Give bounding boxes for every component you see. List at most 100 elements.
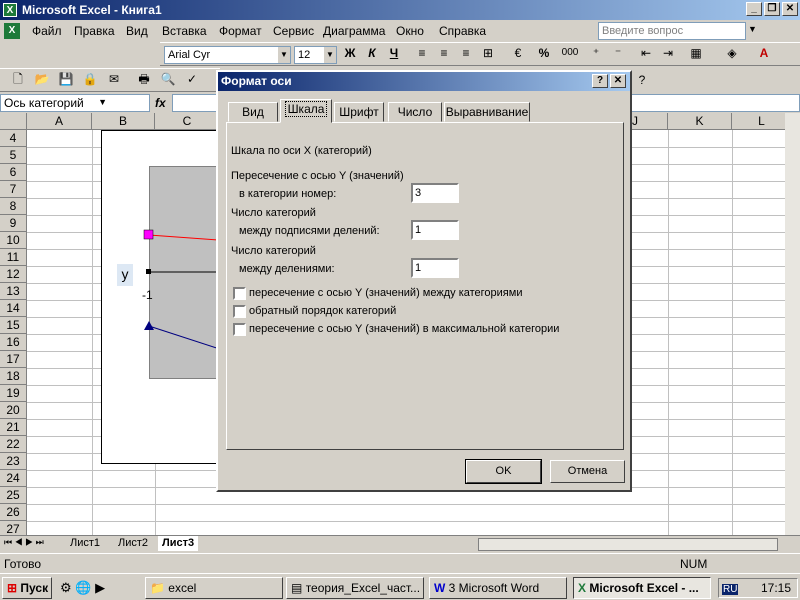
align-left-icon[interactable]: ≡: [412, 43, 432, 63]
tab-font[interactable]: Шрифт: [334, 102, 384, 122]
row-header[interactable]: 8: [0, 198, 27, 215]
menu-tools[interactable]: Сервис: [273, 24, 314, 38]
row-header[interactable]: 22: [0, 436, 27, 453]
borders-icon[interactable]: ▦: [686, 43, 706, 63]
close-button[interactable]: ✕: [782, 2, 798, 16]
print-icon[interactable]: 🖶: [134, 69, 154, 89]
column-header[interactable]: L: [732, 113, 785, 130]
max-category-checkbox[interactable]: [233, 323, 246, 336]
tab-alignment[interactable]: Выравнивание: [444, 102, 530, 122]
email-icon[interactable]: ✉: [104, 69, 124, 89]
row-header[interactable]: 25: [0, 487, 27, 504]
tab-number[interactable]: Число: [388, 102, 442, 122]
row-header[interactable]: 26: [0, 504, 27, 521]
row-header[interactable]: 11: [0, 249, 27, 266]
labels-interval-input[interactable]: 1: [411, 220, 459, 240]
sheet-tab-active[interactable]: Лист3: [158, 536, 199, 551]
sheet-tab[interactable]: Лист1: [66, 536, 104, 551]
row-header[interactable]: 18: [0, 368, 27, 385]
axis-title[interactable]: y: [117, 264, 133, 286]
percent-button[interactable]: %: [534, 43, 554, 63]
taskbar-item[interactable]: W 3 Microsoft Word: [429, 577, 567, 599]
spelling-icon[interactable]: ✓: [182, 69, 202, 89]
permission-icon[interactable]: 🔒: [80, 69, 100, 89]
menu-view[interactable]: Вид: [126, 24, 148, 38]
name-box[interactable]: Ось категорий ▼: [0, 94, 150, 112]
fx-icon[interactable]: fx: [155, 96, 166, 110]
decrease-decimal-icon[interactable]: ⁻: [608, 43, 628, 63]
row-header[interactable]: 6: [0, 164, 27, 181]
row-header[interactable]: 21: [0, 419, 27, 436]
align-center-icon[interactable]: ≡: [434, 43, 454, 63]
row-header[interactable]: 15: [0, 317, 27, 334]
thousands-button[interactable]: 000: [558, 43, 582, 63]
row-header[interactable]: 4: [0, 130, 27, 147]
underline-button[interactable]: Ч: [384, 43, 404, 63]
row-header[interactable]: 17: [0, 351, 27, 368]
menu-chart[interactable]: Диаграмма: [323, 24, 385, 38]
font-size-select[interactable]: 12 ▼: [294, 46, 337, 64]
ticks-interval-input[interactable]: 1: [411, 258, 459, 278]
decrease-indent-icon[interactable]: ⇤: [636, 43, 656, 63]
column-header[interactable]: K: [668, 113, 732, 130]
taskbar-item-active[interactable]: X Microsoft Excel - ...: [573, 577, 711, 599]
menu-insert[interactable]: Вставка: [162, 24, 207, 38]
horizontal-scrollbar[interactable]: [478, 538, 778, 551]
currency-icon[interactable]: €: [508, 43, 528, 63]
taskbar-item[interactable]: 📁 excel: [145, 577, 283, 599]
dialog-close-button[interactable]: ✕: [610, 74, 626, 88]
row-header[interactable]: 27: [0, 521, 27, 535]
print-preview-icon[interactable]: 🔍: [158, 69, 178, 89]
row-header[interactable]: 16: [0, 334, 27, 351]
restore-button[interactable]: ❐: [764, 2, 780, 16]
row-header[interactable]: 14: [0, 300, 27, 317]
clock[interactable]: 17:15: [761, 581, 791, 595]
help-dropdown-icon[interactable]: ▼: [748, 24, 757, 34]
dialog-help-button[interactable]: ?: [592, 74, 608, 88]
sheet-tab[interactable]: Лист2: [114, 536, 152, 551]
row-header[interactable]: 9: [0, 215, 27, 232]
menu-window[interactable]: Окно: [396, 24, 424, 38]
vertical-scrollbar[interactable]: [785, 113, 800, 535]
menu-edit[interactable]: Правка: [74, 24, 115, 38]
sheet-nav-arrows[interactable]: ⏮ ◀ ▶ ⏭: [4, 537, 44, 548]
reverse-order-label[interactable]: обратный порядок категорий: [249, 305, 396, 317]
language-indicator[interactable]: RU: [722, 584, 739, 595]
save-icon[interactable]: 💾: [56, 69, 76, 89]
tab-scale[interactable]: Шкала: [280, 99, 332, 123]
open-folder-icon[interactable]: 📂: [32, 69, 52, 89]
cancel-button[interactable]: Отмена: [550, 460, 625, 483]
column-header[interactable]: A: [27, 113, 92, 130]
chevron-down-icon[interactable]: ▼: [98, 97, 107, 107]
increase-indent-icon[interactable]: ⇥: [658, 43, 678, 63]
row-header[interactable]: 19: [0, 385, 27, 402]
align-right-icon[interactable]: ≡: [456, 43, 476, 63]
font-select[interactable]: Arial Cyr ▼: [164, 46, 291, 64]
chart-area[interactable]: y -1: [101, 130, 232, 464]
bold-button[interactable]: Ж: [340, 43, 360, 63]
between-categories-label[interactable]: пересечение с осью Y (значений) между ка…: [249, 287, 522, 299]
row-header[interactable]: 7: [0, 181, 27, 198]
crossing-category-input[interactable]: 3: [411, 183, 459, 203]
column-header[interactable]: C: [155, 113, 220, 130]
row-header[interactable]: 20: [0, 402, 27, 419]
start-button[interactable]: ⊞ Пуск: [2, 577, 52, 599]
new-document-icon[interactable]: 🗋: [8, 69, 28, 89]
fill-color-icon[interactable]: ◈: [722, 43, 742, 63]
increase-decimal-icon[interactable]: ⁺: [586, 43, 606, 63]
between-categories-checkbox[interactable]: [233, 287, 246, 300]
ok-button[interactable]: OK: [465, 459, 542, 484]
axis-selection-handle[interactable]: [146, 269, 151, 274]
menu-format[interactable]: Формат: [219, 24, 262, 38]
select-all-corner[interactable]: [0, 113, 27, 130]
minimize-button[interactable]: _: [746, 2, 762, 16]
row-header[interactable]: 23: [0, 453, 27, 470]
row-header[interactable]: 10: [0, 232, 27, 249]
italic-button[interactable]: К: [362, 43, 382, 63]
font-color-icon[interactable]: A: [754, 43, 774, 63]
menu-file[interactable]: Файл: [32, 24, 62, 38]
row-header[interactable]: 5: [0, 147, 27, 164]
help-search-input[interactable]: Введите вопрос: [598, 22, 746, 40]
taskbar-item[interactable]: ▤ теория_Excel_част...: [286, 577, 424, 599]
column-header[interactable]: B: [92, 113, 155, 130]
